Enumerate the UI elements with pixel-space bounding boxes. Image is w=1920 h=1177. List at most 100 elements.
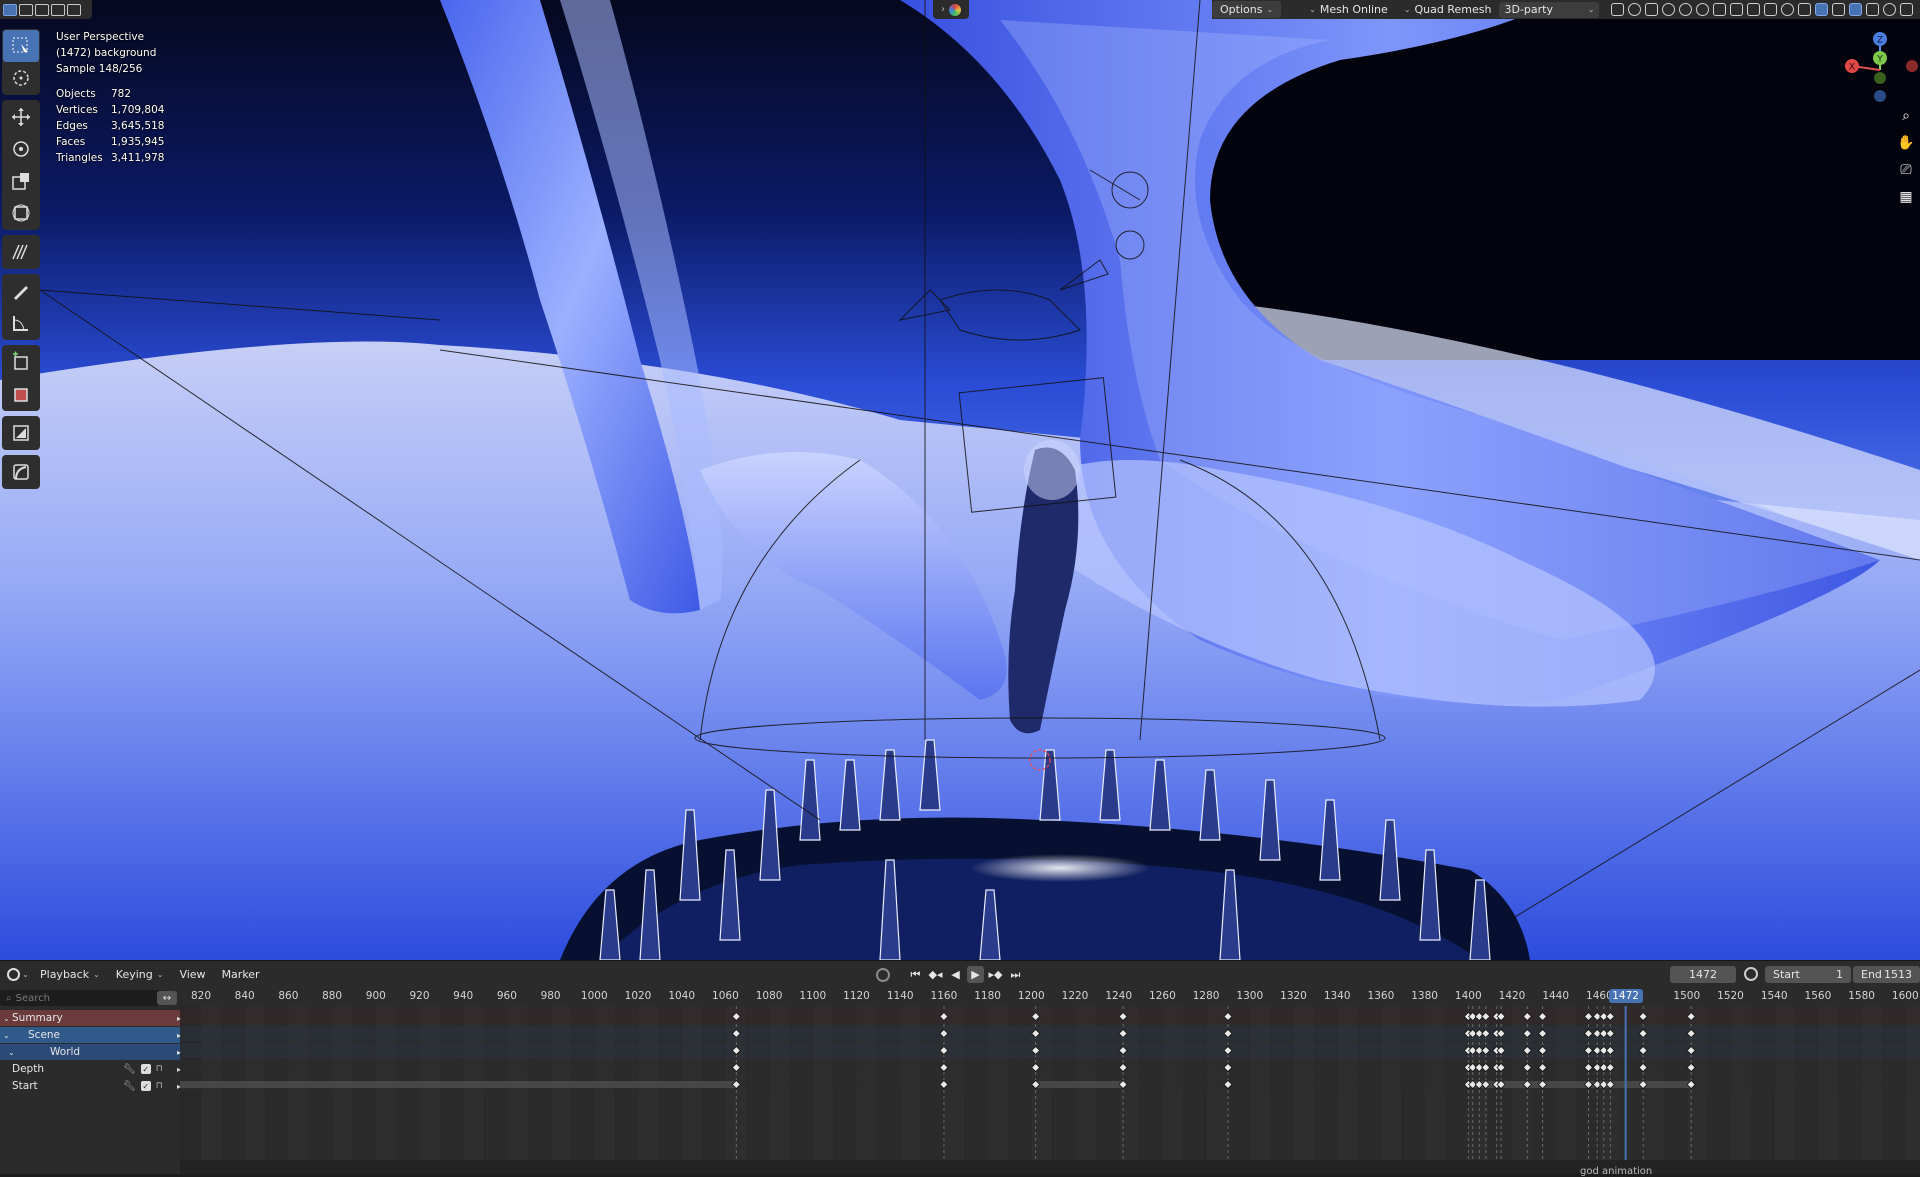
select-invert-icon[interactable]	[51, 3, 65, 16]
playback-controls: ⏮ ◆◂ ◀ ▶ ▸◆ ⏭	[876, 966, 1024, 983]
channel-row-band	[180, 1026, 1920, 1041]
settings-gear-icon[interactable]	[1696, 3, 1710, 16]
ruler-tick-label: 1220	[1061, 990, 1089, 1002]
current-frame-field[interactable]: 1472	[1670, 966, 1736, 983]
grid-ortho-icon[interactable]: ▦	[1897, 187, 1915, 206]
wrench-icon[interactable]: 🔧︎	[123, 1081, 136, 1092]
gizmo-neg-y[interactable]	[1874, 72, 1886, 84]
select-subtract-icon[interactable]	[35, 3, 49, 16]
gizmo-neg-x[interactable]	[1906, 60, 1918, 72]
editor-type-button[interactable]: ⌄	[4, 968, 32, 981]
overlay-icon[interactable]	[1628, 3, 1642, 16]
channel-search-input[interactable]: ⌕ Search	[0, 990, 160, 1006]
pan-hand-icon[interactable]: ✋	[1897, 133, 1915, 152]
light-icon[interactable]	[1866, 3, 1880, 16]
channel-start[interactable]: Start 🔧︎ ✓ ⊓ ▸	[0, 1078, 181, 1094]
addon-icon[interactable]	[1713, 3, 1727, 16]
chevron-down-icon: ⌄	[1403, 5, 1411, 14]
scale-tool[interactable]	[3, 165, 39, 197]
select-box-tool[interactable]	[3, 30, 39, 62]
stat-value: 3,411,978	[111, 152, 165, 164]
channel-depth[interactable]: Depth 🔧︎ ✓ ⊓ ▸	[0, 1061, 181, 1077]
annotate-tool[interactable]	[3, 236, 39, 268]
play-button[interactable]: ▶	[967, 966, 984, 983]
shading-wire-icon[interactable]	[1662, 3, 1676, 16]
render-sample-text: Sample 148/256	[56, 63, 143, 75]
stat-value: 1,935,945	[111, 136, 165, 148]
ruler-tick-label: 1280	[1192, 990, 1220, 1002]
view-menu[interactable]: View	[171, 965, 213, 985]
select-intersect-icon[interactable]	[67, 3, 81, 16]
spin-tool[interactable]	[3, 378, 39, 410]
pencil-tool[interactable]	[3, 275, 39, 307]
rotate-tool[interactable]	[3, 133, 39, 165]
marker-menu[interactable]: Marker	[214, 965, 268, 985]
search-icon: ⌕	[6, 992, 12, 1004]
ruler-tick-label: 1260	[1149, 990, 1176, 1002]
stat-row: Edges 3,645,518	[56, 118, 164, 134]
options-dropdown[interactable]: Options ⌄	[1212, 1, 1282, 18]
third-party-select[interactable]: 3D-party ⌄	[1499, 1, 1600, 18]
viewport-toggle-icon[interactable]	[1611, 3, 1625, 16]
jump-keyframe-forward-button[interactable]: ▸◆	[987, 966, 1004, 983]
3d-viewport[interactable]: › Options ⌄ ⌄ Mesh Online ⌄ Quad Remesh …	[0, 0, 1920, 960]
render-engine-toggle[interactable]: ›	[933, 0, 969, 19]
preview-range-clock-icon[interactable]	[1744, 967, 1758, 981]
select-mode-group[interactable]	[0, 0, 92, 19]
play-reverse-button[interactable]: ◀	[947, 966, 964, 983]
third-party-label: 3D-party	[1504, 3, 1553, 16]
quad-remesh-menu[interactable]: ⌄ Quad Remesh	[1396, 1, 1500, 18]
timeline-editor: ⌄ Playback ⌄ Keying ⌄ View Marker ⏮ ◆◂ ◀ ▶…	[0, 960, 1920, 1177]
lock-icon[interactable]: ⊓	[156, 1064, 163, 1074]
shading-material-icon[interactable]	[1781, 3, 1795, 16]
channel-world[interactable]: ⌄ World ▸	[0, 1044, 181, 1060]
timeline-header: ⌄ Playback ⌄ Keying ⌄ View Marker ⏮ ◆◂ ◀ ▶…	[0, 960, 1920, 988]
channel-summary[interactable]: ⌄ Summary ▸	[0, 1010, 181, 1026]
add-cube-tool[interactable]	[3, 346, 39, 378]
auto-keying-record-button[interactable]	[876, 967, 890, 982]
jump-start-button[interactable]: ⏮	[907, 966, 924, 983]
playback-menu[interactable]: Playback ⌄	[32, 965, 108, 985]
end-frame-field[interactable]: End 1513	[1853, 966, 1920, 983]
move-tool[interactable]	[3, 101, 39, 133]
gear-icon[interactable]	[1883, 3, 1897, 16]
keyframe-area[interactable]	[180, 1006, 1920, 1174]
shrink-tool[interactable]	[3, 417, 39, 449]
person-icon[interactable]	[1747, 3, 1761, 16]
navigation-gizmo[interactable]: Z Y X	[1842, 32, 1918, 108]
playhead-frame-label[interactable]: 1472	[1608, 989, 1643, 1003]
view-perspective-text: User Perspective	[56, 31, 145, 43]
frame-ruler[interactable]: 820 840 860 880 900 920 940 960 980 1000 1020 1040 1…	[180, 988, 1920, 1006]
transform-tool[interactable]	[3, 197, 39, 229]
jump-keyframe-back-button[interactable]: ◆◂	[927, 966, 944, 983]
layer-icon[interactable]	[1798, 3, 1812, 16]
gizmo-neg-z[interactable]	[1874, 90, 1886, 102]
lock-icon[interactable]: ⊓	[156, 1081, 163, 1091]
edge-tool[interactable]	[3, 456, 39, 488]
window-icon[interactable]	[1832, 3, 1846, 16]
select-extend-icon[interactable]	[19, 3, 33, 16]
camera-view-icon[interactable]: ⎚	[1897, 160, 1915, 179]
more-icon[interactable]	[1900, 3, 1914, 16]
wrench-icon[interactable]: 🔧︎	[123, 1064, 136, 1075]
keying-menu[interactable]: Keying ⌄	[108, 965, 172, 985]
mute-checkbox[interactable]: ✓	[140, 1081, 151, 1091]
start-frame-field[interactable]: Start 1	[1765, 966, 1851, 983]
tool-icon[interactable]	[1645, 3, 1659, 16]
zoom-icon[interactable]: ⌕	[1897, 106, 1915, 125]
filter-icon[interactable]	[1849, 3, 1863, 16]
measure-tool[interactable]	[3, 307, 39, 339]
render-icon[interactable]	[1764, 3, 1778, 16]
shading-solid-icon[interactable]	[1679, 3, 1693, 16]
jump-end-button[interactable]: ⏭	[1007, 966, 1024, 983]
invert-filter-button[interactable]: ↔	[157, 991, 177, 1005]
graph-icon[interactable]	[1730, 3, 1744, 16]
cursor-tool[interactable]	[3, 62, 39, 94]
mask-icon[interactable]	[1815, 3, 1829, 16]
ruler-tick-label: 1440	[1542, 990, 1570, 1002]
mesh-online-menu[interactable]: ⌄ Mesh Online	[1301, 1, 1396, 18]
ruler-tick-label: 1180	[974, 990, 1001, 1002]
channel-scene[interactable]: ⌄ Scene ▸	[0, 1027, 181, 1043]
mute-checkbox[interactable]: ✓	[140, 1064, 151, 1074]
select-new-icon[interactable]	[3, 3, 17, 16]
